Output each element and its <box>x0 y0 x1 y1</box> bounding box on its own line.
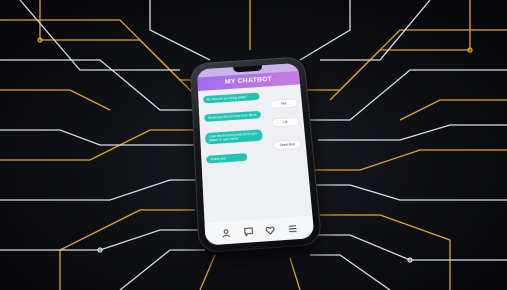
background-scene: MY CHATBOT Hi, how are you doing today? … <box>0 0 507 290</box>
smartphone: MY CHATBOT Hi, how are you doing today? … <box>190 57 322 253</box>
app-title: MY CHATBOT <box>224 76 273 86</box>
chat-messages: Hi, how are you doing today? Fine Would … <box>198 86 312 223</box>
menu-icon[interactable] <box>287 223 297 233</box>
bot-message: Would you like to know more about <box>204 110 262 122</box>
user-message: Great idea <box>273 140 302 150</box>
phone-screen: MY CHATBOT Hi, how are you doing today? … <box>196 62 315 246</box>
bot-message: Hi, how are you doing today? <box>203 92 260 104</box>
user-message: Fine <box>270 99 298 109</box>
user-icon[interactable] <box>222 228 232 238</box>
bot-message: I can recommend products for you based o… <box>204 129 263 145</box>
chat-icon[interactable] <box>243 226 253 236</box>
user-message: Ok <box>271 117 300 127</box>
heart-icon[interactable] <box>265 225 275 235</box>
bot-message: Thank you! <box>206 153 248 164</box>
